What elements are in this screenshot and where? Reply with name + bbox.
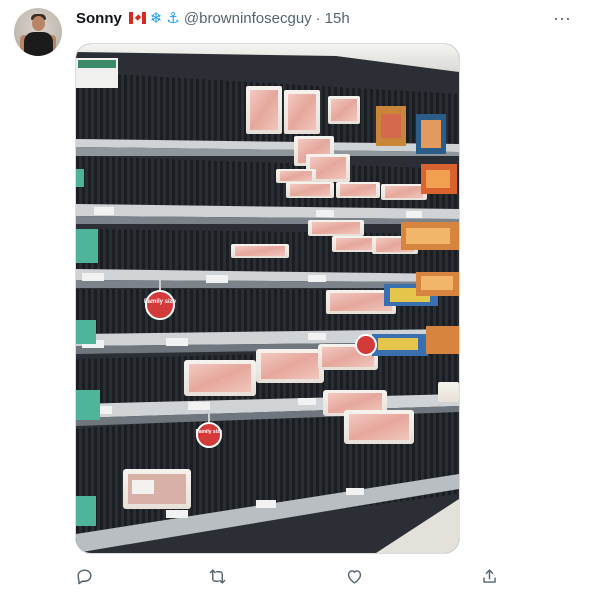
display-name[interactable]: Sonny	[76, 10, 122, 27]
retweet-icon	[209, 568, 225, 584]
more-options-button[interactable]: ···	[550, 6, 574, 30]
avatar[interactable]	[14, 8, 62, 56]
more-icon: ···	[553, 7, 571, 28]
share-button[interactable]	[479, 566, 499, 586]
tweet-actions	[73, 566, 501, 586]
snowflake-icon: ❄	[149, 10, 163, 27]
tweet: Sonny ❄ ⚓ @browninfosecguy · 15h ··· Fam…	[0, 0, 590, 596]
tweet-header: Sonny ❄ ⚓ @browninfosecguy · 15h	[76, 8, 350, 28]
family-size-sign-label: Family size	[144, 299, 177, 305]
user-handle[interactable]: @browninfosecguy	[184, 10, 312, 27]
comment-icon	[76, 568, 92, 584]
family-size-sign-label: Family size	[196, 429, 223, 435]
avatar-body	[24, 32, 53, 56]
avatar-head	[32, 16, 45, 31]
anchor-icon: ⚓	[166, 10, 180, 27]
share-icon	[482, 568, 496, 583]
reply-button[interactable]	[74, 566, 94, 586]
timestamp[interactable]: 15h	[325, 10, 350, 27]
separator-dot: ·	[315, 9, 321, 27]
photo-meat-shelves: Family size Family size	[76, 44, 459, 553]
retweet-button[interactable]	[207, 566, 227, 586]
canada-flag-icon	[128, 12, 146, 24]
tweet-photo[interactable]: Family size Family size	[75, 43, 460, 554]
heart-icon	[347, 569, 361, 584]
like-button[interactable]	[344, 566, 364, 586]
